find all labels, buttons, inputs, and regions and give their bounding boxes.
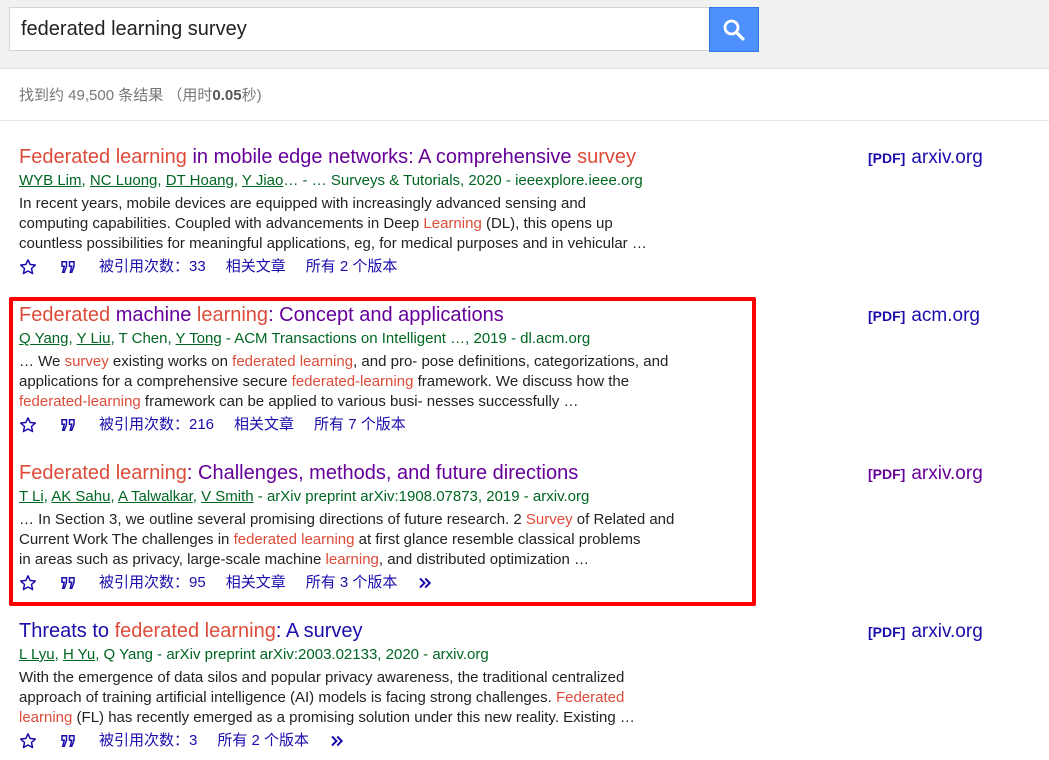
author-link[interactable]: DT Hoang <box>166 172 234 189</box>
author-link[interactable]: H Yu <box>63 646 95 663</box>
title-text: Threats to <box>19 620 115 642</box>
title-text: survey <box>577 146 637 168</box>
snippet-line: approach of training artificial intellig… <box>19 688 749 708</box>
author-meta: , Q Yang - arXiv preprint arXiv:2003.021… <box>95 646 489 663</box>
author-meta: , <box>54 646 63 663</box>
cited-by-link[interactable]: 被引用次数：33 <box>99 257 206 277</box>
author-link[interactable]: NC Luong <box>90 172 158 189</box>
all-versions-link[interactable]: 所有 2 个版本 <box>306 257 398 277</box>
pdf-link[interactable]: [PDF] arxiv.org <box>868 621 983 643</box>
pdf-domain: acm.org <box>911 305 980 326</box>
result-authors: L Lyu, H Yu, Q Yang - arXiv preprint arX… <box>19 645 1029 665</box>
star-icon[interactable] <box>19 258 37 276</box>
result-authors: WYB Lim, NC Luong, DT Hoang, Y Jiao… - …… <box>19 171 1029 191</box>
more-icon[interactable] <box>329 732 347 750</box>
quote-icon[interactable] <box>59 732 77 750</box>
snippet-text: (FL) has recently emerged as a promising… <box>72 709 635 726</box>
pdf-tag: [PDF] <box>868 308 906 324</box>
all-versions-link[interactable]: 所有 2 个版本 <box>217 731 309 751</box>
author-link[interactable]: L Lyu <box>19 646 55 663</box>
result-stats: 找到约 49,500 条结果 （用时0.05秒) <box>19 87 262 104</box>
author-meta: … - … Surveys & Tutorials, 2020 - ieeexp… <box>283 172 643 189</box>
snippet-highlight: Federated <box>555 689 625 706</box>
snippet-text: In recent years, mobile devices are equi… <box>19 195 587 212</box>
author-link[interactable]: WYB Lim <box>19 172 82 189</box>
pdf-tag: [PDF] <box>868 466 906 482</box>
result-snippet: In recent years, mobile devices are equi… <box>19 194 749 254</box>
snippet-highlight: learning <box>19 709 73 726</box>
pdf-link[interactable]: [PDF] acm.org <box>868 305 980 327</box>
title-text: Federated learning <box>19 146 187 168</box>
result-actions: 被引用次数：3 所有 2 个版本 <box>19 731 1029 751</box>
author-meta: , <box>157 172 166 189</box>
snippet-line: computing capabilities. Coupled with adv… <box>19 214 749 234</box>
pdf-domain: arxiv.org <box>911 621 983 642</box>
author-meta: , <box>233 172 242 189</box>
star-icon[interactable] <box>19 732 37 750</box>
snippet-highlight: Learning <box>423 215 482 232</box>
title-text: federated learning <box>114 620 276 642</box>
search-button[interactable] <box>709 7 759 52</box>
title-text: in mobile edge networks: A comprehensive <box>186 146 578 168</box>
search-icon <box>723 19 745 41</box>
result-snippet: With the emergence of data silos and pop… <box>19 668 749 728</box>
pdf-link[interactable]: [PDF] arxiv.org <box>868 147 983 169</box>
cited-by-link[interactable]: 被引用次数：3 <box>99 731 197 751</box>
pdf-link[interactable]: [PDF] arxiv.org <box>868 463 983 485</box>
divider <box>0 120 1049 121</box>
snippet-text: countless possibilities for meaningful a… <box>19 235 647 252</box>
snippet-line: With the emergence of data silos and pop… <box>19 668 749 688</box>
snippet-text: (DL), this opens up <box>481 215 613 232</box>
pdf-domain: arxiv.org <box>911 147 983 168</box>
snippet-text: With the emergence of data silos and pop… <box>19 669 625 686</box>
annotation-highlight-box <box>9 297 756 606</box>
related-articles-link[interactable]: 相关文章 <box>226 257 286 277</box>
snippet-text: approach of training artificial intellig… <box>19 689 556 706</box>
pdf-tag: [PDF] <box>868 624 906 640</box>
snippet-line: In recent years, mobile devices are equi… <box>19 194 749 214</box>
pdf-tag: [PDF] <box>868 150 906 166</box>
snippet-line: learning (FL) has recently emerged as a … <box>19 708 749 728</box>
author-meta: , <box>81 172 90 189</box>
result-actions: 被引用次数：33 相关文章 所有 2 个版本 <box>19 257 1029 277</box>
search-header: federated learning survey <box>0 0 1049 69</box>
title-text: : A survey <box>275 620 363 642</box>
pdf-domain: arxiv.org <box>911 463 983 484</box>
snippet-line: countless possibilities for meaningful a… <box>19 234 749 254</box>
snippet-text: computing capabilities. Coupled with adv… <box>19 215 424 232</box>
search-input[interactable]: federated learning survey <box>9 7 709 51</box>
author-link[interactable]: Y Jiao <box>242 172 283 189</box>
quote-icon[interactable] <box>59 258 77 276</box>
